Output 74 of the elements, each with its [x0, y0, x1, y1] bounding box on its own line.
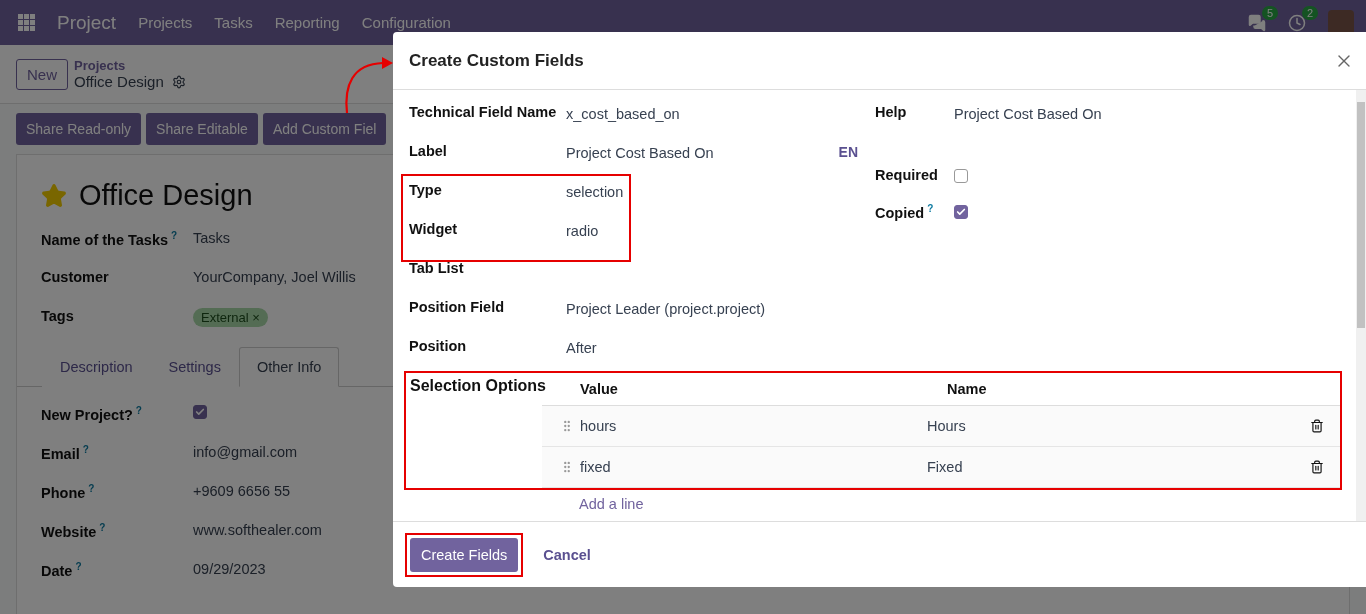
field-value: Tasks — [193, 230, 231, 246]
checkbox[interactable] — [193, 405, 207, 419]
star-icon[interactable] — [41, 182, 67, 209]
field-value: Project Leader (project.project) — [566, 300, 766, 317]
dialog-title: Create Custom Fields — [409, 50, 584, 71]
column-header: Name — [947, 381, 988, 397]
field-label: Website $^{?}$ — [41, 522, 107, 540]
check-icon — [195, 407, 205, 417]
field-label: Tab List — [409, 260, 465, 276]
menu-item[interactable]: Reporting — [274, 14, 340, 31]
field-label: Widget — [409, 221, 459, 237]
field-label: Email $^{?}$ — [41, 444, 90, 462]
field-label: Type — [409, 182, 443, 198]
field-label: Required — [875, 167, 939, 183]
help-mark[interactable]: ? — [99, 522, 106, 533]
table-cell-text: Fixed — [927, 459, 964, 475]
field-value: selection — [566, 183, 624, 200]
help-mark[interactable]: ? — [135, 405, 142, 416]
field-label: Name of the Tasks $^{?}$ — [41, 230, 179, 248]
field-label: Customer — [41, 269, 110, 285]
menu-item[interactable]: Projects — [138, 14, 193, 31]
checkbox[interactable] — [954, 205, 968, 219]
check-icon — [956, 207, 966, 217]
field-label: Phone $^{?}$ — [41, 483, 96, 501]
field-value: Project Cost Based On — [954, 105, 1102, 122]
breadcrumb-link[interactable]: Projects — [74, 58, 186, 73]
chat-icon[interactable] — [1248, 13, 1266, 32]
field-label: Position Field — [409, 299, 506, 315]
tag: External × — [193, 308, 268, 327]
field-value: x_cost_based_on — [566, 105, 680, 122]
breadcrumb-current: Office Design — [74, 73, 164, 90]
count-badge: 2 — [1301, 5, 1318, 20]
cancel-button[interactable]: Cancel — [532, 537, 602, 572]
field-value: radio — [566, 222, 599, 239]
app-name: Project — [57, 11, 117, 34]
menu-item[interactable]: Tasks — [214, 14, 253, 31]
table-cell-text: fixed — [580, 459, 612, 475]
clock-icon[interactable] — [1288, 13, 1306, 32]
help-mark[interactable]: ? — [171, 230, 178, 241]
field-value: www.softhealer.com — [193, 522, 322, 538]
field-value: 09/29/2023 — [193, 561, 266, 577]
field-label: Technical Field Name — [409, 104, 558, 120]
record-title: Office Design — [79, 179, 253, 212]
help-mark[interactable]: ? — [75, 561, 82, 572]
field-value: After — [566, 339, 597, 356]
table-cell-text: Hours — [927, 418, 967, 434]
field-label: Help — [875, 104, 908, 120]
field-label: Position — [409, 338, 468, 354]
new-button[interactable]: New — [16, 58, 68, 90]
action-button[interactable]: Add Custom Fiel — [262, 113, 387, 145]
app-grid-icon[interactable] — [18, 14, 35, 31]
help-mark[interactable]: ? — [927, 203, 934, 214]
language-link[interactable]: EN — [838, 143, 858, 160]
field-label: Tags — [41, 308, 75, 324]
field-value: +9609 6656 55 — [193, 483, 291, 499]
create-button[interactable]: Create Fields — [410, 537, 519, 572]
field-label: Selection Options — [410, 377, 547, 396]
tab[interactable]: Other Info — [238, 347, 340, 387]
menu-item[interactable]: Configuration — [361, 14, 451, 31]
field-label: Label — [409, 143, 448, 159]
column-header: Value — [580, 381, 619, 397]
help-mark[interactable]: ? — [82, 444, 89, 455]
checkbox[interactable] — [954, 169, 968, 183]
field-label: New Project? $^{?}$ — [41, 405, 143, 423]
action-button[interactable]: Share Read-only — [16, 113, 142, 145]
help-mark[interactable]: ? — [88, 483, 95, 494]
table-cell-text: hours — [580, 418, 618, 434]
settings-icon[interactable] — [171, 74, 186, 89]
field-label: Date $^{?}$ — [41, 561, 83, 579]
add-line-link[interactable]: Add a line — [579, 496, 644, 512]
field-label: Copied $^{?}$ — [875, 203, 935, 221]
action-button[interactable]: Share Editable — [146, 113, 258, 145]
field-value: Project Cost Based On — [566, 144, 714, 161]
count-badge: 5 — [1261, 5, 1278, 20]
